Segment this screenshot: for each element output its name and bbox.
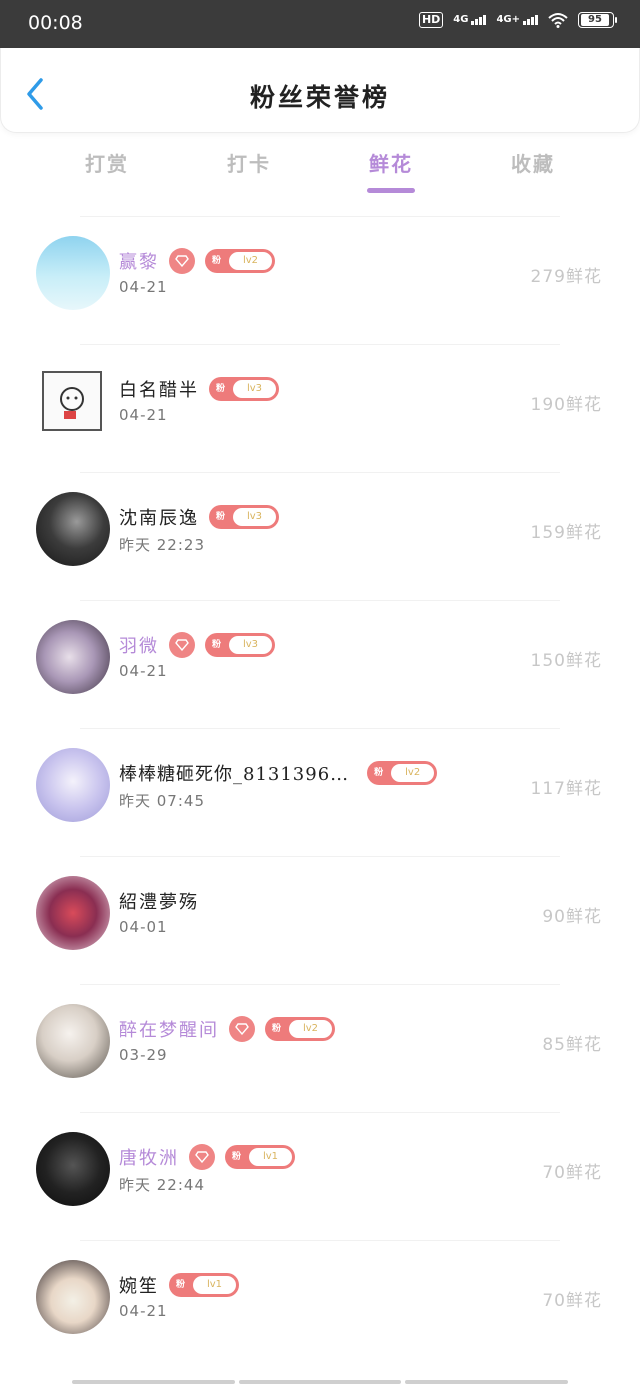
- user-name[interactable]: 紹澧夢殇: [119, 888, 199, 914]
- date: 04-01: [119, 918, 168, 936]
- page-header: 粉丝荣誉榜: [0, 48, 640, 133]
- list-item[interactable]: 婉笙 粉 lv1 04-21 70鲜花: [0, 1240, 640, 1368]
- tab-bar: 打赏 打卡 鲜花 收藏: [0, 148, 640, 198]
- status-icons: HD 4G 4G+ 95: [418, 12, 617, 28]
- list-item[interactable]: 唐牧洲 粉 lv1 昨天 22:44 70鲜花: [0, 1112, 640, 1240]
- status-time: 00:08: [28, 12, 83, 34]
- battery-level: 95: [581, 14, 609, 26]
- list-item[interactable]: 白名醋半 粉 lv3 04-21 190鲜花: [0, 344, 640, 472]
- tab-tip[interactable]: 打赏: [52, 148, 162, 177]
- avatar[interactable]: [42, 371, 102, 431]
- fan-level-badge: 粉 lv3: [209, 377, 279, 401]
- flower-count: 70鲜花: [542, 1291, 602, 1311]
- user-name[interactable]: 白名醋半: [119, 376, 199, 402]
- active-tab-indicator: [367, 188, 415, 193]
- signal-icon: 4G: [453, 14, 487, 25]
- fan-level: lv1: [249, 1148, 292, 1166]
- fan-level: lv2: [289, 1020, 332, 1038]
- diamond-icon: [229, 1016, 255, 1042]
- network-type-label-2: 4G+: [496, 14, 520, 25]
- avatar[interactable]: [36, 876, 110, 950]
- user-name[interactable]: 沈南辰逸: [119, 504, 199, 530]
- list-item[interactable]: 赢黎 粉 lv2 04-21 279鲜花: [0, 216, 640, 344]
- fan-level-badge: 粉 lv3: [205, 633, 275, 657]
- wifi-icon: [548, 13, 568, 28]
- avatar[interactable]: [36, 1132, 110, 1206]
- fan-level: lv2: [229, 252, 272, 270]
- avatar[interactable]: [36, 1260, 110, 1334]
- hd-icon: HD: [418, 12, 444, 28]
- fan-level: lv3: [229, 636, 272, 654]
- fan-badge-label: 粉: [374, 768, 384, 778]
- fan-badge-label: 粉: [232, 1152, 242, 1162]
- avatar[interactable]: [36, 492, 110, 566]
- list-item[interactable]: 棒棒糖砸死你_8131396… 粉 lv2 昨天 07:45 117鲜花: [0, 728, 640, 856]
- date: 昨天 22:23: [119, 536, 205, 554]
- fan-ranking-list: 赢黎 粉 lv2 04-21 279鲜花 白名醋半 粉 lv3 04-21 190鲜…: [0, 216, 640, 1368]
- fan-badge-label: 粉: [216, 512, 226, 522]
- fan-level: lv3: [233, 380, 276, 398]
- date: 04-21: [119, 278, 168, 296]
- fan-badge-label: 粉: [212, 256, 222, 266]
- diamond-icon: [189, 1144, 215, 1170]
- signal-icon-2: 4G+: [496, 15, 538, 25]
- fan-level-badge: 粉 lv3: [209, 505, 279, 529]
- date: 04-21: [119, 1302, 168, 1320]
- date: 昨天 07:45: [119, 792, 205, 810]
- flower-count: 159鲜花: [530, 523, 602, 543]
- flower-count: 90鲜花: [542, 907, 602, 927]
- user-name[interactable]: 婉笙: [119, 1272, 159, 1298]
- avatar[interactable]: [36, 748, 110, 822]
- bottom-indicator: [72, 1380, 569, 1385]
- avatar[interactable]: [36, 236, 110, 310]
- tab-checkin[interactable]: 打卡: [194, 148, 304, 177]
- date: 04-21: [119, 662, 168, 680]
- flower-count: 190鲜花: [530, 395, 602, 415]
- flower-count: 279鲜花: [530, 267, 602, 287]
- flower-count: 70鲜花: [542, 1163, 602, 1183]
- tab-flowers[interactable]: 鲜花: [336, 148, 446, 177]
- fan-level-badge: 粉 lv1: [225, 1145, 295, 1169]
- user-name[interactable]: 棒棒糖砸死你_8131396…: [119, 760, 349, 786]
- fan-badge-label: 粉: [176, 1280, 186, 1290]
- diamond-icon: [169, 248, 195, 274]
- user-name[interactable]: 赢黎: [119, 248, 159, 274]
- fan-level: lv3: [233, 508, 276, 526]
- fan-badge-label: 粉: [216, 384, 226, 394]
- flower-count: 117鲜花: [530, 779, 602, 799]
- list-item[interactable]: 紹澧夢殇 04-01 90鲜花: [0, 856, 640, 984]
- fan-level-badge: 粉 lv2: [367, 761, 438, 785]
- fan-level-badge: 粉 lv2: [205, 249, 275, 273]
- list-item[interactable]: 沈南辰逸 粉 lv3 昨天 22:23 159鲜花: [0, 472, 640, 600]
- fan-level-badge: 粉 lv1: [169, 1273, 239, 1297]
- flower-count: 150鲜花: [530, 651, 602, 671]
- status-bar: 00:08 HD 4G 4G+ 95: [0, 0, 640, 48]
- fan-badge-label: 粉: [272, 1024, 282, 1034]
- date: 昨天 22:44: [119, 1176, 205, 1194]
- tab-favorites[interactable]: 收藏: [478, 148, 588, 177]
- user-name[interactable]: 醉在梦醒间: [119, 1016, 219, 1042]
- fan-badge-label: 粉: [212, 640, 222, 650]
- diamond-icon: [169, 632, 195, 658]
- list-item[interactable]: 醉在梦醒间 粉 lv2 03-29 85鲜花: [0, 984, 640, 1112]
- date: 03-29: [119, 1046, 168, 1064]
- user-name[interactable]: 羽微: [119, 632, 159, 658]
- list-item[interactable]: 羽微 粉 lv3 04-21 150鲜花: [0, 600, 640, 728]
- fan-level: lv1: [193, 1276, 236, 1294]
- page-title: 粉丝荣誉榜: [249, 83, 390, 112]
- flower-count: 85鲜花: [542, 1035, 602, 1055]
- avatar[interactable]: [36, 1004, 110, 1078]
- battery-icon: 95: [578, 12, 617, 28]
- avatar[interactable]: [36, 620, 110, 694]
- user-name[interactable]: 唐牧洲: [119, 1144, 179, 1170]
- network-type-label: 4G: [453, 14, 469, 25]
- fan-level: lv2: [391, 764, 435, 782]
- fan-level-badge: 粉 lv2: [265, 1017, 335, 1041]
- date: 04-21: [119, 406, 168, 424]
